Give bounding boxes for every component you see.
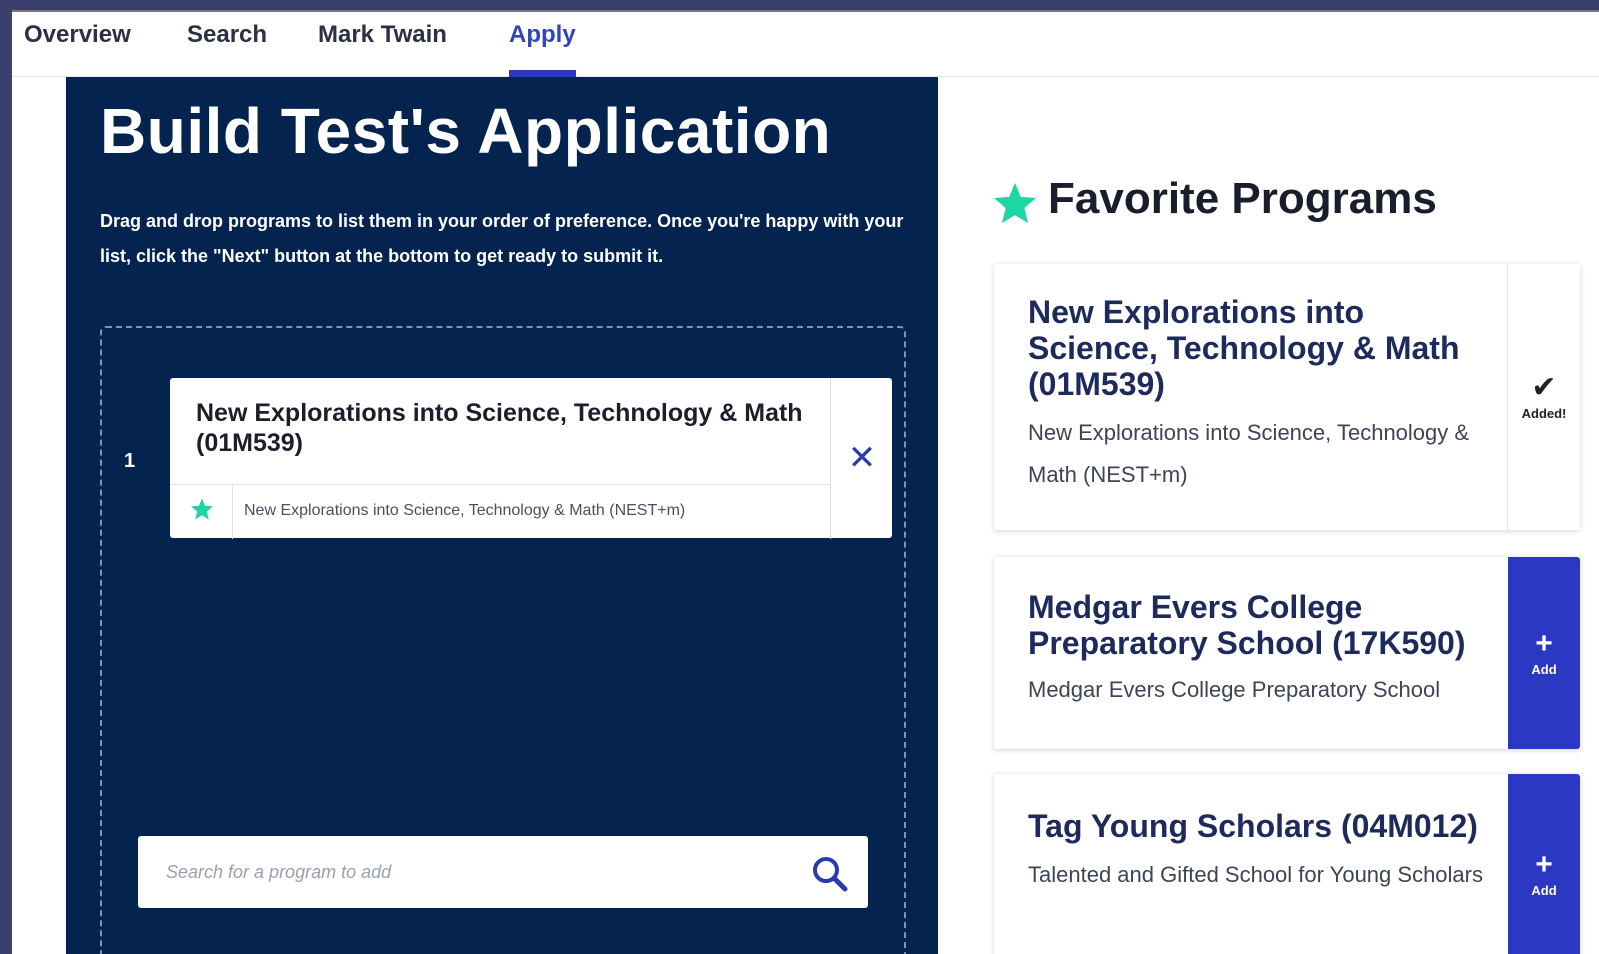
plus-icon: +	[1535, 847, 1553, 881]
added-indicator: ✔ Added!	[1507, 264, 1580, 530]
program-search-input[interactable]	[138, 836, 798, 908]
close-icon: ✕	[847, 439, 877, 477]
tab-search[interactable]: Search	[187, 20, 267, 76]
search-icon[interactable]	[810, 854, 850, 894]
program-dropzone[interactable]: 1 New Explorations into Science, Technol…	[100, 326, 906, 954]
favorite-program-card[interactable]: Medgar Evers College Preparatory School …	[994, 557, 1580, 749]
page-title: Build Test's Application	[100, 95, 832, 167]
favorite-program-school: New Explorations into Science, Technolog…	[1028, 420, 1470, 487]
tab-mark-twain[interactable]: Mark Twain	[318, 20, 447, 76]
favorites-title: Favorite Programs	[1048, 174, 1437, 223]
tab-apply[interactable]: Apply	[509, 20, 576, 77]
selected-program-school-row: New Explorations into Science, Technolog…	[170, 484, 831, 539]
star-icon	[993, 182, 1037, 224]
selected-program-card[interactable]: New Explorations into Science, Technolog…	[170, 378, 892, 539]
add-label: Add	[1531, 882, 1557, 898]
tab-overview[interactable]: Overview	[24, 20, 131, 76]
selected-program-name: New Explorations into Science, Technolog…	[196, 399, 803, 457]
favorite-program-card[interactable]: Tag Young Scholars (04M012) Talented and…	[994, 774, 1580, 954]
favorite-program-school: Talented and Gifted School for Young Sch…	[1028, 862, 1483, 887]
divider	[232, 485, 233, 539]
program-search-box	[138, 836, 868, 908]
selected-program-header: New Explorations into Science, Technolog…	[170, 378, 831, 482]
added-label: Added!	[1521, 405, 1567, 421]
add-program-button[interactable]: + Add	[1508, 774, 1580, 954]
favorite-program-card[interactable]: New Explorations into Science, Technolog…	[994, 264, 1580, 530]
app-window: Overview Search Mark Twain Apply Build T…	[12, 10, 1599, 954]
plus-icon: +	[1535, 626, 1553, 660]
rank-number: 1	[124, 450, 136, 472]
favorite-program-school: Medgar Evers College Preparatory School	[1028, 677, 1441, 702]
favorite-program-name: Tag Young Scholars (04M012)	[1028, 808, 1478, 844]
star-icon	[191, 498, 213, 520]
add-label: Add	[1531, 661, 1557, 677]
remove-program-button[interactable]: ✕	[832, 378, 892, 538]
favorite-program-name: New Explorations into Science, Technolog…	[1028, 294, 1460, 402]
favorite-program-name: Medgar Evers College Preparatory School …	[1028, 589, 1466, 661]
selected-program-school: New Explorations into Science, Technolog…	[244, 502, 686, 519]
checkmark-icon: ✔	[1531, 370, 1557, 404]
tab-bar: Overview Search Mark Twain Apply	[12, 12, 1599, 77]
add-program-button[interactable]: + Add	[1508, 557, 1580, 749]
instructions-text: Drag and drop programs to list them in y…	[100, 211, 904, 266]
application-builder-panel: Build Test's Application Drag and drop p…	[66, 76, 938, 954]
